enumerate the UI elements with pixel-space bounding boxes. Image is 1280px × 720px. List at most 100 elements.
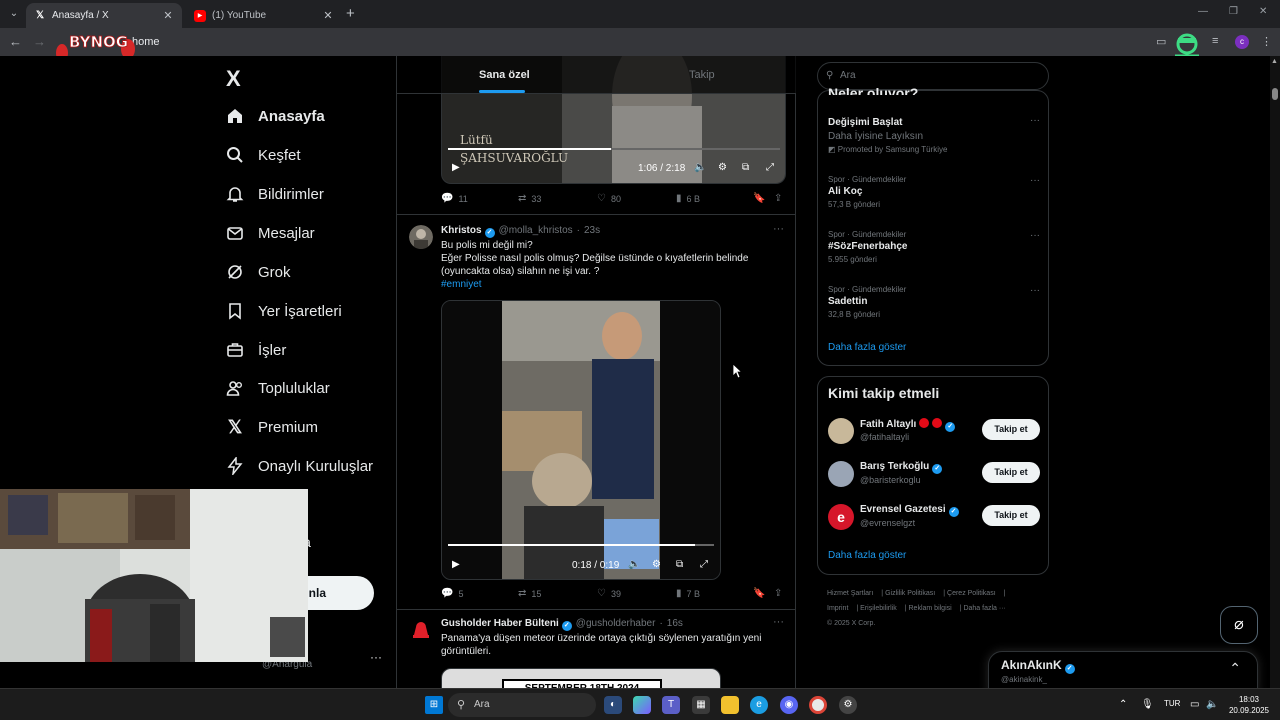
footer-link[interactable]: Erişilebilirlik [860,605,897,612]
x-logo[interactable]: X [226,66,241,92]
bookmark-button[interactable]: 🔖 [753,588,770,599]
nav-grok[interactable]: Grok [226,257,291,287]
nav-verified-orgs[interactable]: Onaylı Kuruluşlar [226,451,373,481]
follow-suggestion[interactable]: Barış Terkoğlu ✓ @baristerkoglu Takip et [828,459,1040,489]
trend-more-icon[interactable]: ··· [1030,115,1040,126]
trend-item[interactable]: Spor · Gündemdekiler #SözFenerbahçe 5.95… [828,230,1040,264]
reply-button[interactable]: 💬 5 [441,588,463,599]
nav-bookmarks[interactable]: Yer İşaretleri [226,296,342,326]
browser-tab-x[interactable]: 𝕏 Anasayfa / X ✕ [26,3,182,28]
hashtag-link[interactable]: #emniyet [441,278,781,291]
footer-link[interactable]: Hizmet Şartları [827,590,873,597]
post-image[interactable]: SEPTEMBER 18TH 2024 [441,668,721,688]
avatar[interactable] [828,461,854,487]
show-more-link[interactable]: Daha fazla göster [828,550,906,561]
edge-icon[interactable]: e [750,696,768,714]
follow-button[interactable]: Takip et [982,462,1040,483]
footer-link[interactable]: Reklam bilgisi [909,605,952,612]
trend-more-icon[interactable]: ··· [1030,285,1040,296]
tab-search-chevron-icon[interactable]: ⌄ [6,6,22,22]
copilot-icon[interactable] [633,696,651,714]
forward-icon[interactable]: → [33,34,46,49]
avatar[interactable] [409,225,433,249]
views-button[interactable]: ▮ 6 B [676,193,700,204]
close-window-icon[interactable]: ✕ [1259,6,1267,17]
fullscreen-icon[interactable]: ⤢ [766,162,774,173]
settings-icon[interactable]: ⚙ [718,162,727,173]
app-icon[interactable]: ⚙ [839,696,857,714]
avatar[interactable]: e [828,504,854,530]
close-tab-icon[interactable]: ✕ [162,9,174,22]
nav-messages[interactable]: Mesajlar [226,218,315,248]
tray-overflow-icon[interactable]: ⌃ [1119,699,1127,710]
avatar[interactable] [409,618,433,642]
follow-suggestion[interactable]: e Evrensel Gazetesi ✓ @evrenselgzt Takip … [828,502,1040,532]
pip-icon[interactable]: ⧉ [676,559,683,570]
taskbar-search[interactable]: ⚲ Ara [448,693,596,717]
volume-icon[interactable]: 🔈 [628,559,640,570]
tab-following[interactable]: Takip [689,56,715,94]
footer-link[interactable]: Çerez Politikası [947,590,996,597]
browser-tab-youtube[interactable]: ▶ (1) YouTube ✕ [186,3,342,28]
trend-more-icon[interactable]: ··· [1030,230,1040,241]
messages-drawer[interactable]: AkınAkınK ✓ @akinakink_ ⌃ [988,651,1258,688]
microphone-icon[interactable]: 🎙 [1141,699,1154,710]
store-icon[interactable]: ▦ [692,696,710,714]
profile-more-icon[interactable]: ··· [370,650,382,664]
trend-item[interactable]: Spor · Gündemdekiler Sadettin 32,8 B gön… [828,285,1040,319]
minimize-icon[interactable]: — [1198,6,1208,17]
menu-dots-icon[interactable]: ⋮ [1261,35,1272,48]
file-explorer-icon[interactable] [721,696,739,714]
video-progress-bar[interactable] [448,544,714,546]
footer-link[interactable]: Imprint [827,605,848,612]
settings-icon[interactable]: ⚙ [652,559,661,570]
volume-icon[interactable]: 🔈 [694,162,706,173]
more-options-icon[interactable]: ··· [773,223,784,235]
windows-start-icon[interactable]: ⊞ [425,696,443,714]
nav-home[interactable]: Anasayfa [226,101,325,131]
media-controls-icon[interactable]: ≡ [1212,35,1218,47]
post-gusholder[interactable]: Gusholder Haber Bülteni ✓ @gusholderhaber ·… [397,609,796,688]
follow-button[interactable]: Takip et [982,419,1040,440]
play-icon[interactable]: ▶ [452,559,460,570]
post-author[interactable]: Gusholder Haber Bülteni ✓ @gusholderhaber ·… [441,618,683,631]
page-scrollbar[interactable]: ▲ [1270,56,1280,688]
video-player[interactable]: ▶ 0:18 / 0:19 🔈 ⚙ ⧉ ⤢ [441,300,721,580]
browser-profile-avatar[interactable]: c [1235,35,1249,49]
taskbar-clock[interactable]: 18:03 20.09.2025 [1224,694,1274,716]
pip-icon[interactable]: ⧉ [742,162,749,173]
follow-suggestion[interactable]: Fatih Altaylı ✓ @fatihaltayli Takip et [828,416,1040,446]
grok-floating-button[interactable]: ⌀ [1220,606,1258,644]
task-view-icon[interactable]: ◐ [604,696,622,714]
back-icon[interactable]: ← [9,34,22,49]
share-button[interactable]: ⇪ [774,193,787,204]
cast-icon[interactable]: ▭ [1156,35,1166,48]
follow-button[interactable]: Takip et [982,505,1040,526]
teams-icon[interactable]: T [662,696,680,714]
reply-button[interactable]: 💬 11 [441,193,468,204]
network-icon[interactable]: ▭ [1190,699,1199,710]
post-khristos[interactable]: Khristos ✓ @molla_khristos · 23s ··· Bu poli… [397,214,796,609]
like-button[interactable]: ♡ 39 [597,588,621,599]
input-language[interactable]: TUR [1164,699,1180,708]
nav-explore[interactable]: Keşfet [226,140,301,170]
avatar[interactable] [828,418,854,444]
bookmark-button[interactable]: 🔖 [753,193,770,204]
nav-premium[interactable]: 𝕏 Premium [226,412,318,442]
repost-button[interactable]: ⇄ 33 [518,193,541,204]
chrome-icon[interactable] [809,696,827,714]
fullscreen-icon[interactable]: ⤢ [700,559,708,570]
footer-link[interactable]: Daha fazla ··· [963,605,1005,612]
trend-item[interactable]: Spor · Gündemdekiler Ali Koç 57,3 B gönd… [828,175,1040,209]
nav-jobs[interactable]: İşler [226,335,286,365]
maximize-icon[interactable]: ❐ [1229,6,1238,17]
new-tab-button[interactable]: + [346,5,355,22]
trend-more-icon[interactable]: ··· [1030,175,1040,186]
views-button[interactable]: ▮ 7 B [676,588,700,599]
repost-button[interactable]: ⇄ 15 [518,588,541,599]
tab-for-you[interactable]: Sana özel [479,56,530,94]
show-more-link[interactable]: Daha fazla göster [828,342,906,353]
trend-item[interactable]: Değişimi Başlat Daha İyisine Layıksın ◩ … [828,115,1040,154]
nav-notifications[interactable]: Bildirimler [226,179,324,209]
footer-link[interactable]: Gizlilik Politikası [885,590,935,597]
